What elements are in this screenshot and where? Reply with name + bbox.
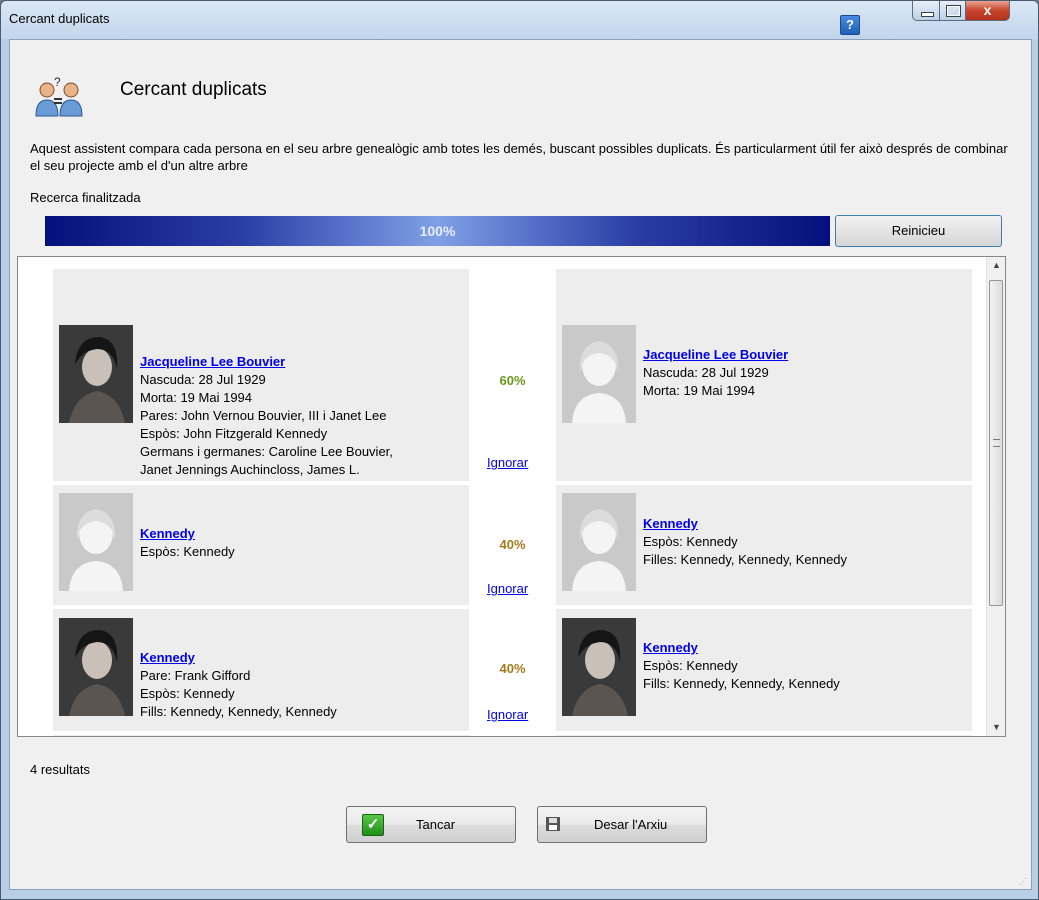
title-bar[interactable]: Cercant duplicats ? x bbox=[1, 1, 1038, 39]
person-detail: Nascuda: 28 Jul 1929 bbox=[140, 372, 266, 387]
page-title: Cercant duplicats bbox=[120, 79, 267, 100]
grip-icon bbox=[993, 439, 1000, 447]
person-detail: Filles: Kennedy, Kennedy, Kennedy bbox=[643, 552, 848, 567]
person-photo bbox=[562, 618, 636, 716]
person-name-link[interactable]: Kennedy bbox=[140, 649, 337, 667]
person-card-left bbox=[53, 735, 469, 736]
match-column: 40% Ignorar bbox=[469, 485, 556, 605]
help-button[interactable]: ? bbox=[840, 15, 860, 35]
person-card-right[interactable]: Kennedy Espòs: Kennedy Filles: Kennedy, Ke… bbox=[556, 485, 972, 605]
floppy-disk-icon bbox=[546, 817, 560, 831]
close-button[interactable]: ✓ Tancar bbox=[346, 806, 516, 843]
person-card-right[interactable]: Jacqueline Lee Bouvier Nascuda: 28 Jul 19… bbox=[556, 269, 972, 481]
person-detail: Espòs: Kennedy bbox=[140, 544, 235, 559]
person-detail: Morta: 19 Mai 1994 bbox=[643, 383, 756, 398]
progress-bar: 100% bbox=[45, 216, 830, 246]
close-window-button[interactable]: x bbox=[965, 1, 1010, 21]
person-card-left[interactable]: Kennedy Pare: Frank Gifford Espòs: Kennedy… bbox=[53, 609, 469, 731]
person-detail: Espòs: Kennedy bbox=[643, 534, 738, 549]
person-info: Kennedy Espòs: Kennedy Fills: Kennedy, Ken… bbox=[643, 639, 840, 693]
scroll-down-arrow-icon[interactable]: ▼ bbox=[987, 719, 1005, 736]
result-row: Jacqueline Lee Bouvier Nascuda: 28 Jul 19… bbox=[53, 269, 973, 481]
person-info: Kennedy Espòs: Kennedy bbox=[140, 525, 235, 561]
person-info: Jacqueline Lee Bouvier Nascuda: 28 Jul 19… bbox=[643, 346, 788, 400]
person-info: Kennedy Espòs: Kennedy Filles: Kennedy, Ke… bbox=[643, 515, 847, 569]
match-column: 60% Ignorar bbox=[469, 269, 556, 481]
progress-label: 100% bbox=[419, 223, 456, 239]
close-button-label: Tancar bbox=[416, 817, 456, 832]
person-card-left[interactable]: Jacqueline Lee Bouvier Nascuda: 28 Jul 19… bbox=[53, 269, 469, 481]
person-name-link[interactable]: Jacqueline Lee Bouvier bbox=[643, 346, 788, 364]
person-detail: Fills: Kennedy, Kennedy, Kennedy bbox=[643, 676, 840, 691]
person-card-right[interactable]: Kennedy Espòs: Kennedy Fills: Kennedy, Ken… bbox=[556, 609, 972, 731]
person-detail: Fills: Kennedy, Kennedy, Kennedy bbox=[140, 704, 337, 719]
person-detail: Pares: John Vernou Bouvier, III i Janet … bbox=[140, 408, 387, 423]
person-name-link[interactable]: Kennedy bbox=[643, 639, 840, 657]
person-info: Kennedy Pare: Frank Gifford Espòs: Kennedy… bbox=[140, 649, 337, 721]
person-name-link[interactable]: Kennedy bbox=[140, 525, 235, 543]
ignore-link[interactable]: Ignorar bbox=[487, 455, 528, 470]
person-detail: Pare: Frank Gifford bbox=[140, 668, 251, 683]
result-row-partial bbox=[53, 735, 973, 736]
person-silhouette-icon bbox=[562, 493, 636, 591]
person-card-right bbox=[556, 735, 972, 736]
person-detail: Espòs: Kennedy bbox=[140, 686, 235, 701]
ignore-link[interactable]: Ignorar bbox=[487, 707, 528, 722]
svg-text:?: ? bbox=[54, 76, 61, 89]
dialog-body: ? Cercant duplicats Aquest assistent com… bbox=[9, 39, 1032, 890]
match-score: 40% bbox=[499, 537, 526, 552]
person-detail: Espòs: John Fitzgerald Kennedy bbox=[140, 426, 328, 441]
match-score: 60% bbox=[499, 373, 526, 388]
checkmark-icon: ✓ bbox=[362, 814, 384, 836]
person-name-link[interactable]: Kennedy bbox=[643, 515, 847, 533]
maximize-button[interactable] bbox=[939, 1, 966, 21]
save-file-button[interactable]: Desar l'Arxiu bbox=[537, 806, 707, 843]
match-column: 40% Ignorar bbox=[469, 609, 556, 731]
results-list[interactable]: Kennedy Pare: Frank Gifford Espòs: Kennedy… bbox=[17, 256, 1006, 737]
vertical-scrollbar[interactable]: ▲ ▼ bbox=[986, 257, 1005, 736]
person-info: Jacqueline Lee Bouvier Nascuda: 28 Jul 19… bbox=[140, 353, 393, 479]
resize-grip-icon[interactable]: ⋰ bbox=[1019, 877, 1029, 887]
person-photo bbox=[59, 618, 133, 716]
person-detail: Nascuda: 28 Jul 1929 bbox=[643, 365, 769, 380]
person-detail: Morta: 19 Mai 1994 bbox=[140, 390, 253, 405]
description-text: Aquest assistent compara cada persona en… bbox=[30, 141, 1008, 173]
status-label: Recerca finalitzada bbox=[30, 190, 141, 205]
results-count: 4 resultats bbox=[30, 762, 90, 777]
ignore-link[interactable]: Ignorar bbox=[487, 581, 528, 596]
person-detail: Espòs: Kennedy bbox=[643, 658, 738, 673]
person-name-link[interactable]: Jacqueline Lee Bouvier bbox=[140, 353, 393, 371]
person-silhouette-icon bbox=[562, 325, 636, 423]
save-button-label: Desar l'Arxiu bbox=[594, 817, 668, 832]
person-photo bbox=[59, 325, 133, 423]
person-detail: Janet Jennings Auchincloss, James L. bbox=[140, 462, 360, 477]
window-title: Cercant duplicats bbox=[9, 11, 110, 26]
person-detail: Germans i germanes: Caroline Lee Bouvier… bbox=[140, 444, 393, 459]
duplicate-people-icon: ? bbox=[35, 76, 83, 117]
match-score: 40% bbox=[499, 661, 526, 676]
window: Cercant duplicats ? x ? Cercant duplicat… bbox=[0, 0, 1039, 900]
result-row: Kennedy Espòs: Kennedy 40% Ignorar Kennedy Es… bbox=[53, 485, 973, 605]
person-card-left[interactable]: Kennedy Espòs: Kennedy bbox=[53, 485, 469, 605]
scroll-up-arrow-icon[interactable]: ▲ bbox=[987, 257, 1005, 274]
restart-button[interactable]: Reinicieu bbox=[835, 215, 1002, 247]
person-silhouette-icon bbox=[59, 493, 133, 591]
scrollbar-thumb[interactable] bbox=[989, 280, 1003, 606]
minimize-button[interactable] bbox=[912, 1, 940, 21]
result-row: Kennedy Pare: Frank Gifford Espòs: Kennedy… bbox=[53, 609, 973, 731]
